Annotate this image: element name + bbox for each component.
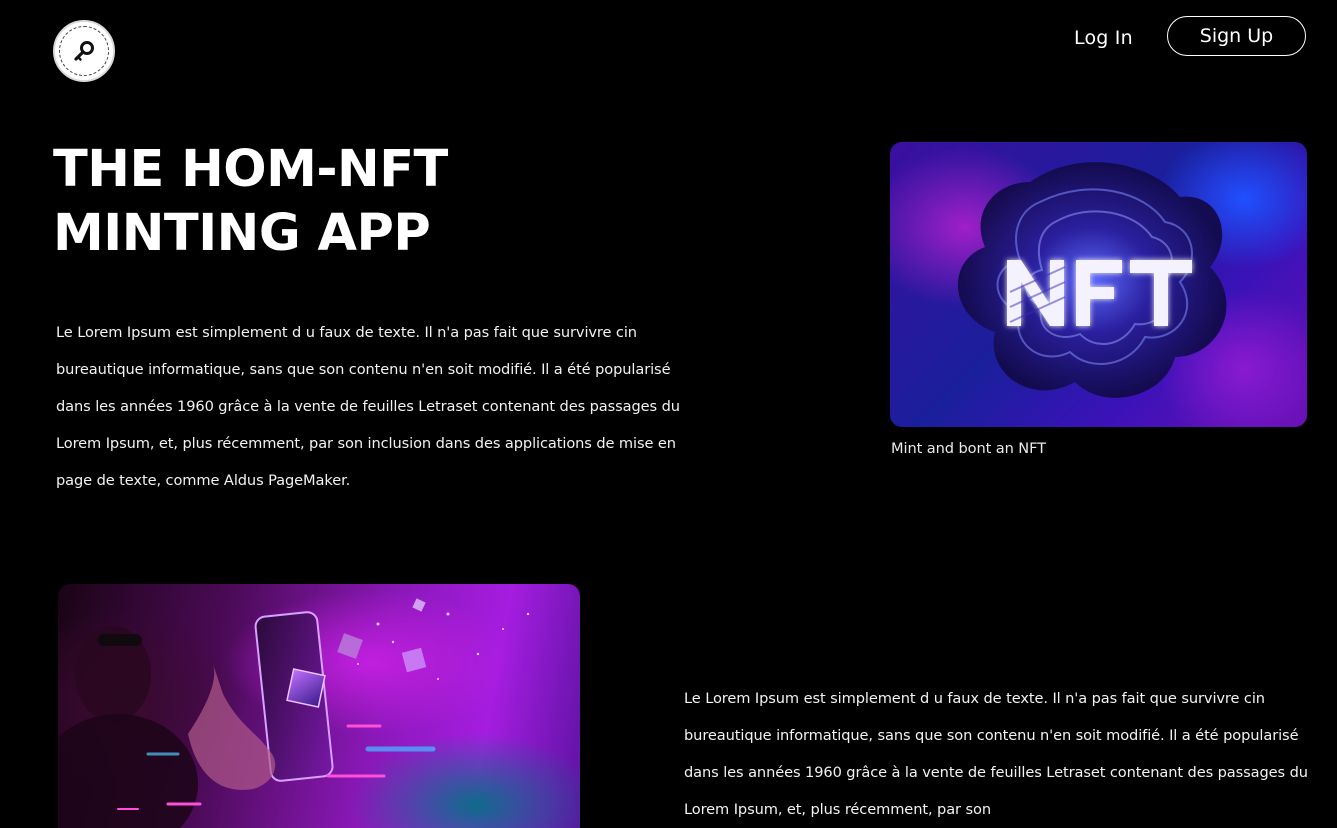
page-title-line-1: THE HOM-NFT [53,140,448,199]
app-logo[interactable] [53,20,115,82]
hero-paragraph: Le Lorem Ipsum est simplement d u faux d… [56,324,680,489]
nft-hero-image [890,142,1307,427]
page-title: THE HOM-NFT MINTING APP [53,138,513,266]
section-paragraph: Le Lorem Ipsum est simplement d u faux d… [684,690,1308,818]
nft-image-caption: Mint and bont an NFT [891,440,1046,457]
page-title-line-2: MINTING APP [53,204,431,263]
phone-nft-image [58,584,580,828]
login-link[interactable]: Log In [1074,24,1133,52]
signup-button[interactable]: Sign Up [1167,16,1306,56]
key-icon [59,26,109,76]
